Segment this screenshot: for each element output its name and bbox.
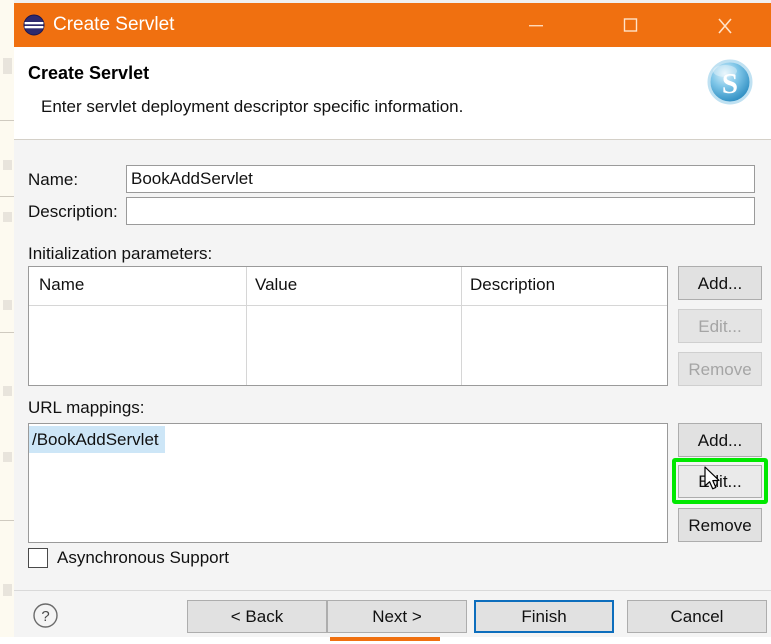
svg-text:S: S (722, 68, 738, 100)
url-mappings-label: URL mappings: (28, 398, 145, 418)
init-params-remove-button: Remove (678, 352, 762, 386)
dialog-body: Name: Description: Initialization parame… (14, 140, 771, 590)
table-header-row: Name Value Description (29, 267, 667, 306)
name-label: Name: (28, 170, 78, 190)
svg-text:?: ? (41, 608, 49, 625)
asynchronous-support-row[interactable]: Asynchronous Support (28, 548, 229, 568)
back-button[interactable]: < Back (187, 600, 327, 633)
help-icon[interactable]: ? (32, 602, 59, 629)
description-label: Description: (28, 202, 118, 222)
minimize-icon[interactable] (513, 3, 559, 47)
title-bar: Create Servlet (14, 3, 771, 47)
column-separator (246, 267, 247, 385)
create-servlet-dialog: Create Servlet Create Servlet Enter serv… (14, 0, 771, 644)
next-button[interactable]: Next > (327, 600, 467, 633)
window-title: Create Servlet (53, 13, 174, 37)
close-icon[interactable] (702, 3, 748, 47)
servlet-s-icon: S (703, 55, 757, 109)
description-input[interactable] (126, 197, 755, 225)
url-mappings-add-button[interactable]: Add... (678, 423, 762, 457)
dialog-footer: ? < Back Next > Finish Cancel (14, 590, 771, 644)
init-params-table[interactable]: Name Value Description (28, 266, 668, 386)
init-params-label: Initialization parameters: (28, 244, 212, 264)
page-title: Create Servlet (28, 63, 149, 84)
maximize-icon[interactable] (607, 3, 653, 47)
url-mappings-edit-button[interactable]: Edit... (678, 465, 762, 498)
list-item[interactable]: /BookAddServlet (29, 426, 165, 453)
asynchronous-support-checkbox[interactable] (28, 548, 48, 568)
column-separator (461, 267, 462, 385)
name-input[interactable] (126, 165, 755, 193)
finish-button[interactable]: Finish (474, 600, 614, 633)
taskbar-accent (330, 637, 440, 641)
cancel-button[interactable]: Cancel (627, 600, 767, 633)
page-description: Enter servlet deployment descriptor spec… (41, 97, 463, 117)
column-header-description: Description (470, 275, 555, 295)
asynchronous-support-label: Asynchronous Support (57, 548, 229, 568)
init-params-add-button[interactable]: Add... (678, 266, 762, 300)
url-mappings-list[interactable]: /BookAddServlet (28, 423, 668, 543)
servlet-window-icon (22, 13, 46, 37)
url-mappings-remove-button[interactable]: Remove (678, 508, 762, 542)
init-params-edit-button: Edit... (678, 309, 762, 343)
column-header-name: Name (39, 275, 84, 295)
desktop-bottom-strip (0, 637, 771, 644)
dialog-header: Create Servlet Enter servlet deployment … (14, 47, 771, 140)
column-header-value: Value (255, 275, 297, 295)
